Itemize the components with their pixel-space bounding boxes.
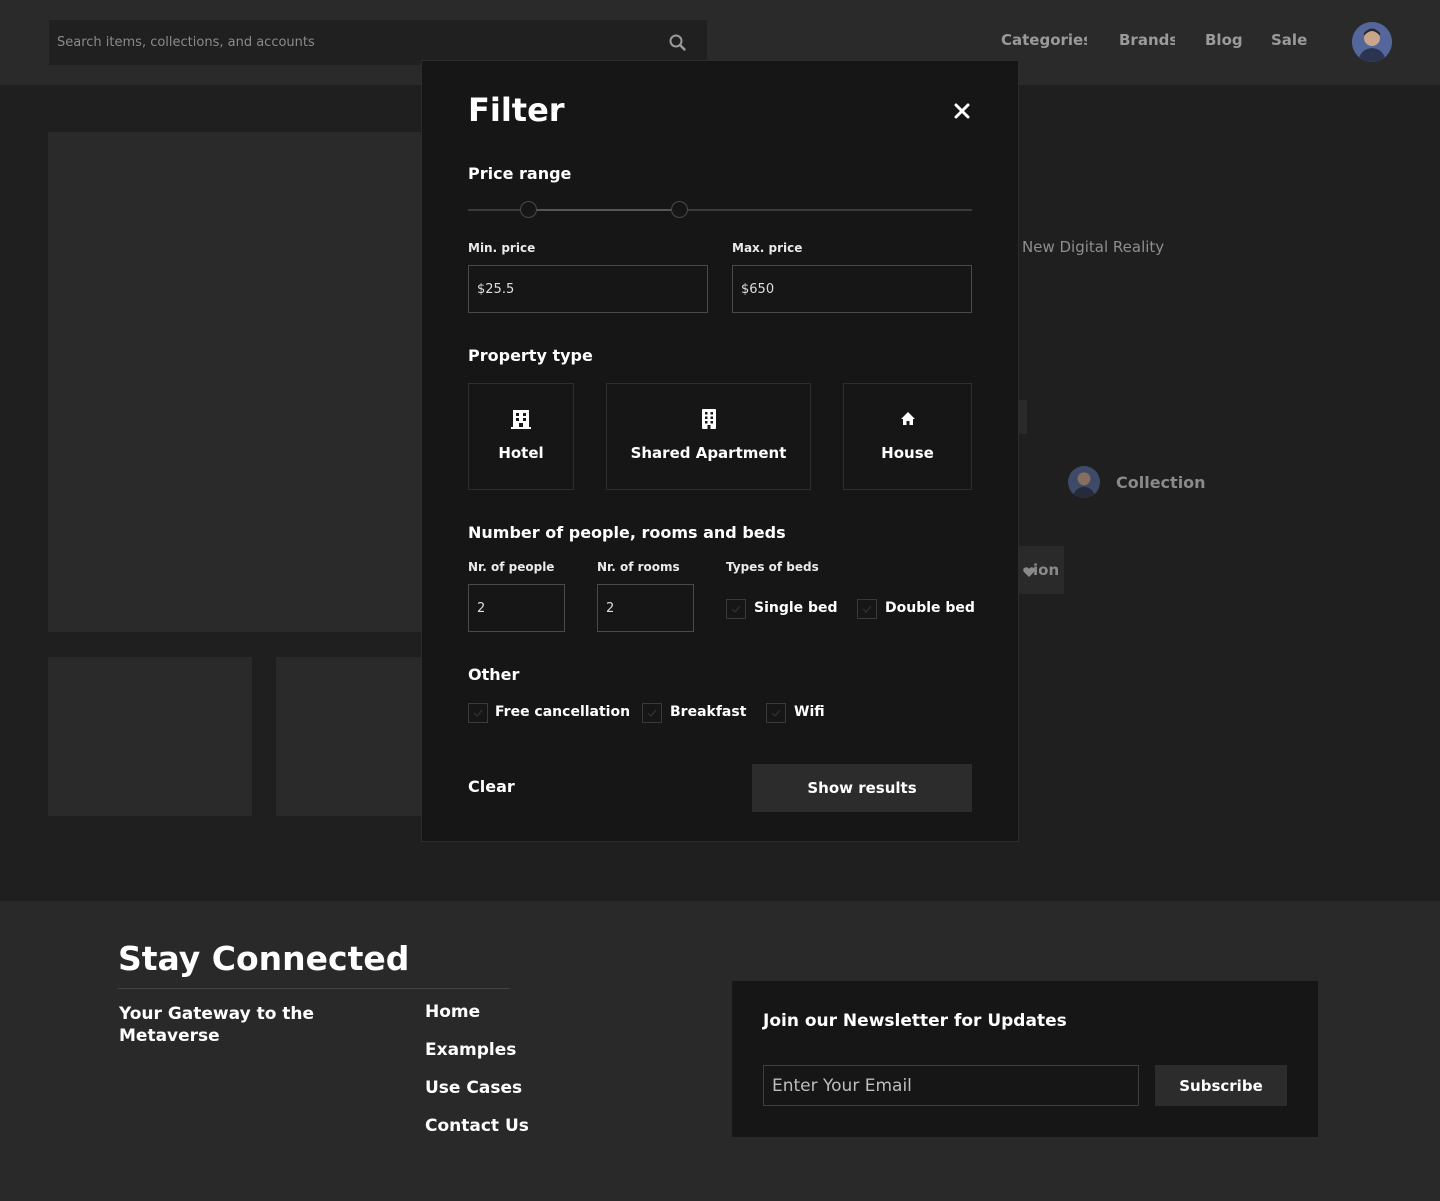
subscribe-button[interactable]: Subscribe <box>1155 1065 1287 1106</box>
item-subtitle: New Digital Reality <box>1022 238 1165 256</box>
free-cancellation-label: Free cancellation <box>495 704 631 720</box>
single-bed-checkbox[interactable] <box>726 599 746 619</box>
price-range-heading: Price range <box>468 164 572 183</box>
hotel-icon <box>510 408 532 430</box>
rooms-input[interactable] <box>597 584 694 632</box>
rooms-label: Nr. of rooms <box>597 560 680 574</box>
wifi-label: Wifi <box>794 704 825 720</box>
property-option-shared-apartment[interactable]: Shared Apartment <box>606 383 811 490</box>
search-input[interactable] <box>49 20 649 65</box>
slider-thumb-max[interactable] <box>671 201 689 218</box>
background-button-label: ion <box>1033 561 1060 579</box>
show-results-button[interactable]: Show results <box>752 764 972 812</box>
double-bed-checkbox[interactable] <box>857 599 877 619</box>
nav-blog[interactable]: Blog <box>1205 31 1243 49</box>
thumbnail-placeholder <box>48 657 252 816</box>
min-price-label: Min. price <box>468 241 536 255</box>
free-cancellation-checkbox[interactable] <box>468 703 488 723</box>
property-option-hotel[interactable]: Hotel <box>468 383 574 490</box>
single-bed-label: Single bed <box>754 600 838 616</box>
property-type-heading: Property type <box>468 346 593 365</box>
breakfast-label: Breakfast <box>670 704 747 720</box>
heart-icon <box>1023 563 1035 577</box>
people-label: Nr. of people <box>468 560 555 574</box>
price-range-slider[interactable] <box>468 201 972 218</box>
property-option-label: Hotel <box>498 444 544 462</box>
search-icon[interactable] <box>667 32 689 54</box>
footer: Stay Connected Your Gateway to the Metav… <box>0 901 1440 1201</box>
hero-image-placeholder <box>48 132 422 632</box>
double-bed-label: Double bed <box>885 600 975 616</box>
close-icon[interactable] <box>950 99 974 123</box>
beds-label: Types of beds <box>726 560 819 574</box>
house-icon <box>897 408 919 430</box>
min-price-input[interactable] <box>468 265 708 313</box>
footer-title: Stay Connected <box>118 939 410 978</box>
max-price-label: Max. price <box>732 241 803 255</box>
collection-avatar <box>1068 466 1100 498</box>
thumbnail-placeholder <box>276 657 422 816</box>
background-button[interactable]: ion <box>1019 546 1064 594</box>
property-option-label: Shared Apartment <box>630 444 787 462</box>
breakfast-checkbox[interactable] <box>642 703 662 723</box>
email-field[interactable] <box>763 1065 1139 1106</box>
footer-divider <box>118 988 510 989</box>
newsletter-title: Join our Newsletter for Updates <box>763 1011 1067 1031</box>
nav-categories[interactable]: Categories <box>1001 31 1087 49</box>
search-bar <box>49 20 707 65</box>
other-heading: Other <box>468 665 520 684</box>
filter-modal: Filter Price range Min. price Max. price… <box>421 60 1019 842</box>
slider-thumb-min[interactable] <box>519 201 537 218</box>
footer-link-contact-us[interactable]: Contact Us <box>425 1116 529 1136</box>
wifi-checkbox[interactable] <box>766 703 786 723</box>
people-input[interactable] <box>468 584 565 632</box>
background-block <box>1019 400 1027 434</box>
max-price-input[interactable] <box>732 265 972 313</box>
footer-link-examples[interactable]: Examples <box>425 1040 516 1060</box>
apartment-icon <box>698 408 720 430</box>
property-option-house[interactable]: House <box>843 383 972 490</box>
clear-button[interactable]: Clear <box>468 777 515 796</box>
nav-brands[interactable]: Brands <box>1119 31 1175 49</box>
property-option-label: House <box>881 444 934 462</box>
avatar[interactable] <box>1352 22 1392 62</box>
collection-label: Collection <box>1116 473 1206 492</box>
nav-sale[interactable]: Sale <box>1271 31 1307 49</box>
price-range-fill <box>528 209 680 211</box>
footer-link-use-cases[interactable]: Use Cases <box>425 1078 522 1098</box>
newsletter-box: Join our Newsletter for Updates Subscrib… <box>732 981 1318 1137</box>
footer-tagline: Your Gateway to the Metaverse <box>119 1004 315 1046</box>
modal-title: Filter <box>468 91 565 129</box>
footer-link-home[interactable]: Home <box>425 1002 480 1022</box>
people-heading: Number of people, rooms and beds <box>468 523 786 542</box>
